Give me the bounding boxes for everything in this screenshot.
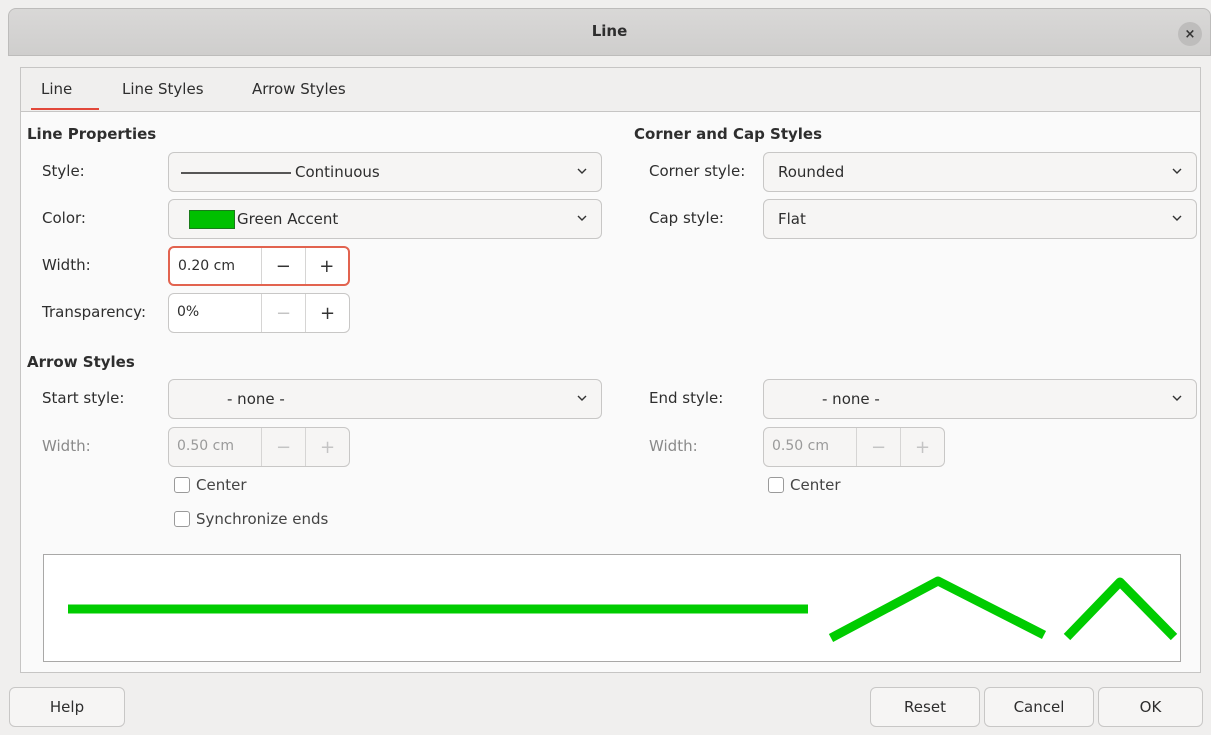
cap-style-value: Flat: [778, 210, 806, 228]
arrow-styles-heading: Arrow Styles: [27, 353, 135, 371]
transparency-increase-button[interactable]: +: [305, 294, 349, 332]
end-style-value: - none -: [822, 390, 880, 408]
help-button[interactable]: Help: [9, 687, 125, 727]
preview-narrow-angle: [1063, 577, 1178, 641]
line-preview-drawing: [68, 576, 1178, 642]
end-width-spinbox[interactable]: 0.50 cm − +: [763, 427, 945, 467]
end-center-label: Center: [790, 476, 841, 494]
ok-button[interactable]: OK: [1098, 687, 1203, 727]
start-width-label: Width:: [42, 437, 91, 455]
checkbox-box: [174, 477, 190, 493]
cancel-button[interactable]: Cancel: [984, 687, 1094, 727]
end-width-input[interactable]: 0.50 cm: [764, 428, 856, 466]
transparency-label: Transparency:: [42, 303, 147, 321]
window-title: Line: [591, 22, 628, 40]
line-style-preview-icon: [181, 172, 291, 174]
start-style-value: - none -: [227, 390, 285, 408]
tab-line[interactable]: Line: [41, 80, 72, 98]
corner-style-label: Corner style:: [649, 162, 746, 180]
start-width-decrease-button[interactable]: −: [261, 428, 305, 466]
end-center-checkbox[interactable]: Center: [768, 476, 841, 494]
tab-bar: Line Line Styles Arrow Styles: [21, 68, 1200, 112]
end-width-decrease-button[interactable]: −: [856, 428, 900, 466]
transparency-spinbox[interactable]: 0% − +: [168, 293, 350, 333]
line-preview: [43, 554, 1181, 662]
style-dropdown[interactable]: Continuous: [168, 152, 602, 192]
preview-wide-angle: [828, 576, 1047, 642]
start-center-label: Center: [196, 476, 247, 494]
color-label: Color:: [42, 209, 86, 227]
cap-style-dropdown[interactable]: Flat: [763, 199, 1197, 239]
chevron-down-icon: [577, 395, 587, 401]
width-increase-button[interactable]: +: [304, 248, 349, 284]
synchronize-ends-label: Synchronize ends: [196, 510, 329, 528]
corner-style-value: Rounded: [778, 163, 845, 181]
corner-cap-heading: Corner and Cap Styles: [634, 125, 823, 143]
active-tab-indicator: [31, 108, 99, 110]
tab-line-styles[interactable]: Line Styles: [122, 80, 204, 98]
transparency-input[interactable]: 0%: [169, 294, 261, 332]
width-spinbox[interactable]: 0.20 cm − +: [168, 246, 350, 286]
start-center-checkbox[interactable]: Center: [174, 476, 247, 494]
chevron-down-icon: [1172, 168, 1182, 174]
start-width-input[interactable]: 0.50 cm: [169, 428, 261, 466]
reset-button[interactable]: Reset: [870, 687, 980, 727]
start-style-label: Start style:: [42, 389, 125, 407]
title-bar: Line ×: [8, 8, 1211, 56]
synchronize-ends-checkbox[interactable]: Synchronize ends: [174, 510, 328, 528]
transparency-decrease-button[interactable]: −: [261, 294, 305, 332]
tab-arrow-styles[interactable]: Arrow Styles: [252, 80, 346, 98]
chevron-down-icon: [1172, 215, 1182, 221]
close-icon: ×: [1184, 26, 1196, 42]
chevron-down-icon: [1172, 395, 1182, 401]
width-label: Width:: [42, 256, 91, 274]
start-style-dropdown[interactable]: - none -: [168, 379, 602, 419]
cap-style-label: Cap style:: [649, 209, 724, 227]
dialog-panel: Line Line Styles Arrow Styles Line Prope…: [20, 67, 1201, 673]
color-dropdown[interactable]: Green Accent: [168, 199, 602, 239]
end-width-label: Width:: [649, 437, 698, 455]
end-width-increase-button[interactable]: +: [900, 428, 944, 466]
start-width-increase-button[interactable]: +: [305, 428, 349, 466]
checkbox-box: [768, 477, 784, 493]
color-swatch-icon: [189, 210, 235, 229]
close-button[interactable]: ×: [1178, 22, 1202, 46]
chevron-down-icon: [577, 168, 587, 174]
corner-style-dropdown[interactable]: Rounded: [763, 152, 1197, 192]
style-label: Style:: [42, 162, 85, 180]
line-properties-heading: Line Properties: [27, 125, 157, 143]
style-value: Continuous: [295, 163, 380, 181]
width-input[interactable]: 0.20 cm: [170, 248, 261, 284]
end-style-label: End style:: [649, 389, 724, 407]
chevron-down-icon: [577, 215, 587, 221]
checkbox-box: [174, 511, 190, 527]
color-value: Green Accent: [237, 210, 339, 228]
end-style-dropdown[interactable]: - none -: [763, 379, 1197, 419]
width-decrease-button[interactable]: −: [261, 248, 305, 284]
start-width-spinbox[interactable]: 0.50 cm − +: [168, 427, 350, 467]
